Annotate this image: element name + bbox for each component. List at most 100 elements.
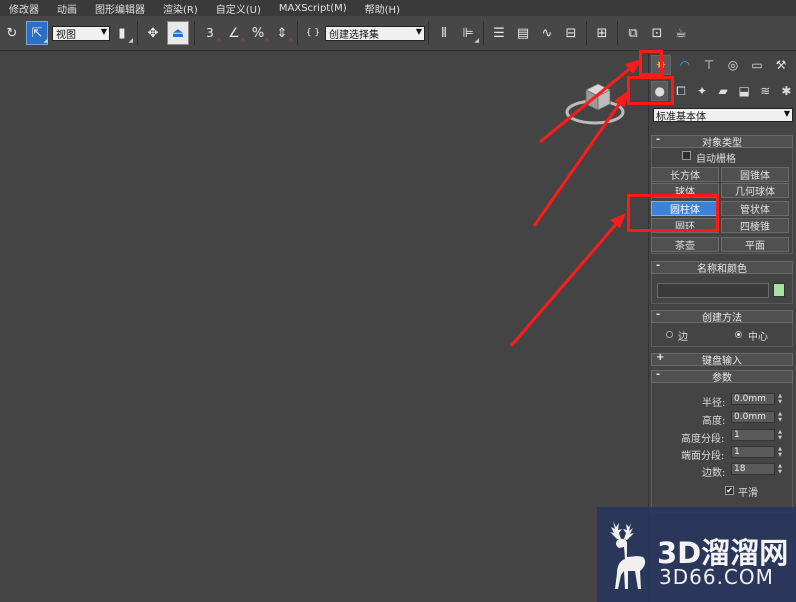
rendered-frame-icon[interactable]: ⊡ [647, 22, 667, 44]
edit-named-selection-icon[interactable]: { } [303, 22, 323, 44]
main-toolbar: ↻ ⇱ ◢ 视图 ▼ ▮ ◢ ✥ ⏏ 3 ∩ ∠ ∩ % ∩ ⇕ ∩ { } 创建选择集 ▼ ⫴… [0, 16, 796, 51]
display-tab-icon[interactable]: ▭ [747, 55, 767, 75]
spinner-arrows-icon[interactable]: ▲ ▼ [776, 429, 784, 441]
spinner-arrows-icon[interactable]: ▲ ▼ [776, 393, 784, 405]
creation-method-rollout-header[interactable]: - 创建方法 [651, 309, 793, 324]
motion-tab-icon[interactable]: ◎ [723, 55, 743, 75]
smooth-checkbox[interactable]: ✔ [725, 486, 734, 495]
toolbar-divider [617, 21, 618, 45]
pivot-icon[interactable]: ▮ ◢ [112, 22, 133, 45]
toolbar-divider [483, 21, 484, 45]
box-button[interactable]: 长方体 [651, 167, 719, 182]
snap-3d-icon[interactable]: 3 ∩ [200, 22, 221, 44]
chevron-down-icon: ▼ [783, 109, 790, 118]
geometry-type-dropdown[interactable]: 标准基本体 ▼ [653, 108, 793, 123]
select-arrow-icon[interactable]: ⇱ ◢ [26, 21, 48, 45]
collapse-icon: - [656, 134, 661, 145]
autogrid-checkbox[interactable] [682, 151, 691, 160]
creation-method-title: 创建方法 [702, 313, 742, 324]
parameters-rollout-header[interactable]: - 参数 [651, 369, 793, 384]
spinner-arrows-icon[interactable]: ▲ ▼ [776, 463, 784, 475]
menu-graph-editors[interactable]: 图形编辑器 [86, 1, 154, 16]
spinner-arrows-icon[interactable]: ▲ ▼ [776, 446, 784, 458]
keyboard-entry-title: 键盘输入 [702, 356, 742, 367]
shapes-category-icon[interactable]: ⧠ [672, 81, 689, 101]
object-type-title: 对象类型 [702, 138, 742, 149]
annotation-box-geometry [627, 76, 674, 105]
geometry-type-value: 标准基本体 [656, 111, 706, 123]
menu-bar: 修改器 动画 图形编辑器 渲染(R) 自定义(U) MAXScript(M) 帮… [0, 0, 796, 16]
menu-animation[interactable]: 动画 [48, 1, 86, 16]
render-setup-icon[interactable]: ⧉ [623, 22, 643, 44]
rotate-view-icon[interactable]: ↻ [2, 22, 22, 44]
scene-explorer-icon[interactable]: ▤ [513, 22, 533, 44]
render-teapot-icon[interactable]: ☕ [671, 22, 691, 44]
object-color-swatch[interactable] [773, 283, 785, 297]
collapse-icon: - [656, 309, 661, 320]
object-type-rollout-header[interactable]: - 对象类型 [651, 134, 793, 149]
toolbar-divider [428, 21, 429, 45]
annotation-box-create-tab [639, 50, 663, 76]
systems-category-icon[interactable]: ✱ [778, 81, 795, 101]
tube-button[interactable]: 管状体 [721, 201, 789, 216]
name-color-rollout-header[interactable]: - 名称和颜色 [651, 260, 793, 275]
menu-customize[interactable]: 自定义(U) [207, 1, 270, 16]
pyramid-button[interactable]: 四棱锥 [721, 218, 789, 233]
schematic-view-icon[interactable]: ⊟ [561, 22, 581, 44]
radius-label: 半径: [702, 398, 726, 409]
layer-manager-icon[interactable]: ☰ [489, 22, 509, 44]
curve-editor-icon[interactable]: ∿ [537, 22, 557, 44]
teapot-button[interactable]: 茶壶 [651, 237, 719, 252]
geosphere-button[interactable]: 几何球体 [721, 183, 789, 198]
percent-snap-icon[interactable]: % ∩ [248, 22, 269, 45]
watermark-subtitle: 3D66.COM [659, 565, 774, 589]
center-radio[interactable] [735, 331, 742, 338]
height-spinner[interactable]: 0.0mm [731, 411, 775, 423]
chevron-down-icon: ▼ [100, 26, 107, 36]
sides-label: 边数: [702, 468, 726, 479]
named-selection-select[interactable]: 创建选择集 ▼ [325, 25, 425, 41]
watermark: 3D溜溜网 3D66.COM [597, 507, 796, 602]
menu-maxscript[interactable]: MAXScript(M) [270, 3, 356, 14]
height-segments-spinner[interactable]: 1 [731, 429, 775, 441]
object-name-input[interactable] [657, 283, 769, 298]
cap-segments-label: 端面分段: [681, 451, 725, 462]
reference-coordinate-select[interactable]: 视图 ▼ [52, 25, 110, 41]
helpers-category-icon[interactable]: ⬓ [736, 81, 753, 101]
cap-segments-spinner[interactable]: 1 [731, 446, 775, 458]
plane-button[interactable]: 平面 [721, 237, 789, 252]
align-icon[interactable]: ⊫ ◢ [458, 22, 479, 45]
keyboard-entry-rollout-header[interactable]: + 键盘输入 [651, 352, 793, 367]
menu-rendering[interactable]: 渲染(R) [154, 1, 207, 16]
parameters-title: 参数 [712, 373, 732, 384]
edge-radio[interactable] [666, 331, 673, 338]
mirror-icon[interactable]: ⫴ [434, 22, 454, 44]
radius-spinner[interactable]: 0.0mm [731, 393, 775, 405]
toolbar-divider [137, 21, 138, 45]
cone-button[interactable]: 圆锥体 [721, 167, 789, 182]
lights-category-icon[interactable]: ✦ [693, 81, 710, 101]
spinner-arrows-icon[interactable]: ▲ ▼ [776, 411, 784, 423]
toolbar-divider [297, 21, 298, 45]
spinner-snap-icon[interactable]: ⇕ ∩ [272, 22, 293, 45]
reference-coordinate-value: 视图 [56, 29, 76, 41]
manipulate-icon[interactable]: ⏏ [167, 21, 189, 45]
annotation-box-cylinder [627, 194, 719, 232]
spacewarps-category-icon[interactable]: ≋ [757, 81, 774, 101]
sides-spinner[interactable]: 18 [731, 463, 775, 475]
viewport[interactable] [0, 51, 648, 602]
angle-snap-icon[interactable]: ∠ ∩ [224, 22, 245, 45]
viewcube-icon[interactable] [564, 80, 626, 128]
move-icon[interactable]: ✥ [143, 22, 163, 44]
collapse-icon: - [656, 369, 661, 380]
menu-help[interactable]: 帮助(H) [356, 1, 409, 16]
edge-radio-label: 边 [678, 332, 688, 343]
modify-tab-icon[interactable]: ◠ [675, 55, 695, 75]
hierarchy-tab-icon[interactable]: ⊤ [699, 55, 719, 75]
collapse-icon: - [656, 260, 661, 271]
cameras-category-icon[interactable]: ▰ [715, 81, 732, 101]
material-editor-icon[interactable]: ⊞ [592, 22, 612, 44]
center-radio-label: 中心 [748, 332, 768, 343]
utilities-tab-icon[interactable]: ⚒ [771, 55, 791, 75]
menu-modifiers[interactable]: 修改器 [0, 1, 48, 16]
